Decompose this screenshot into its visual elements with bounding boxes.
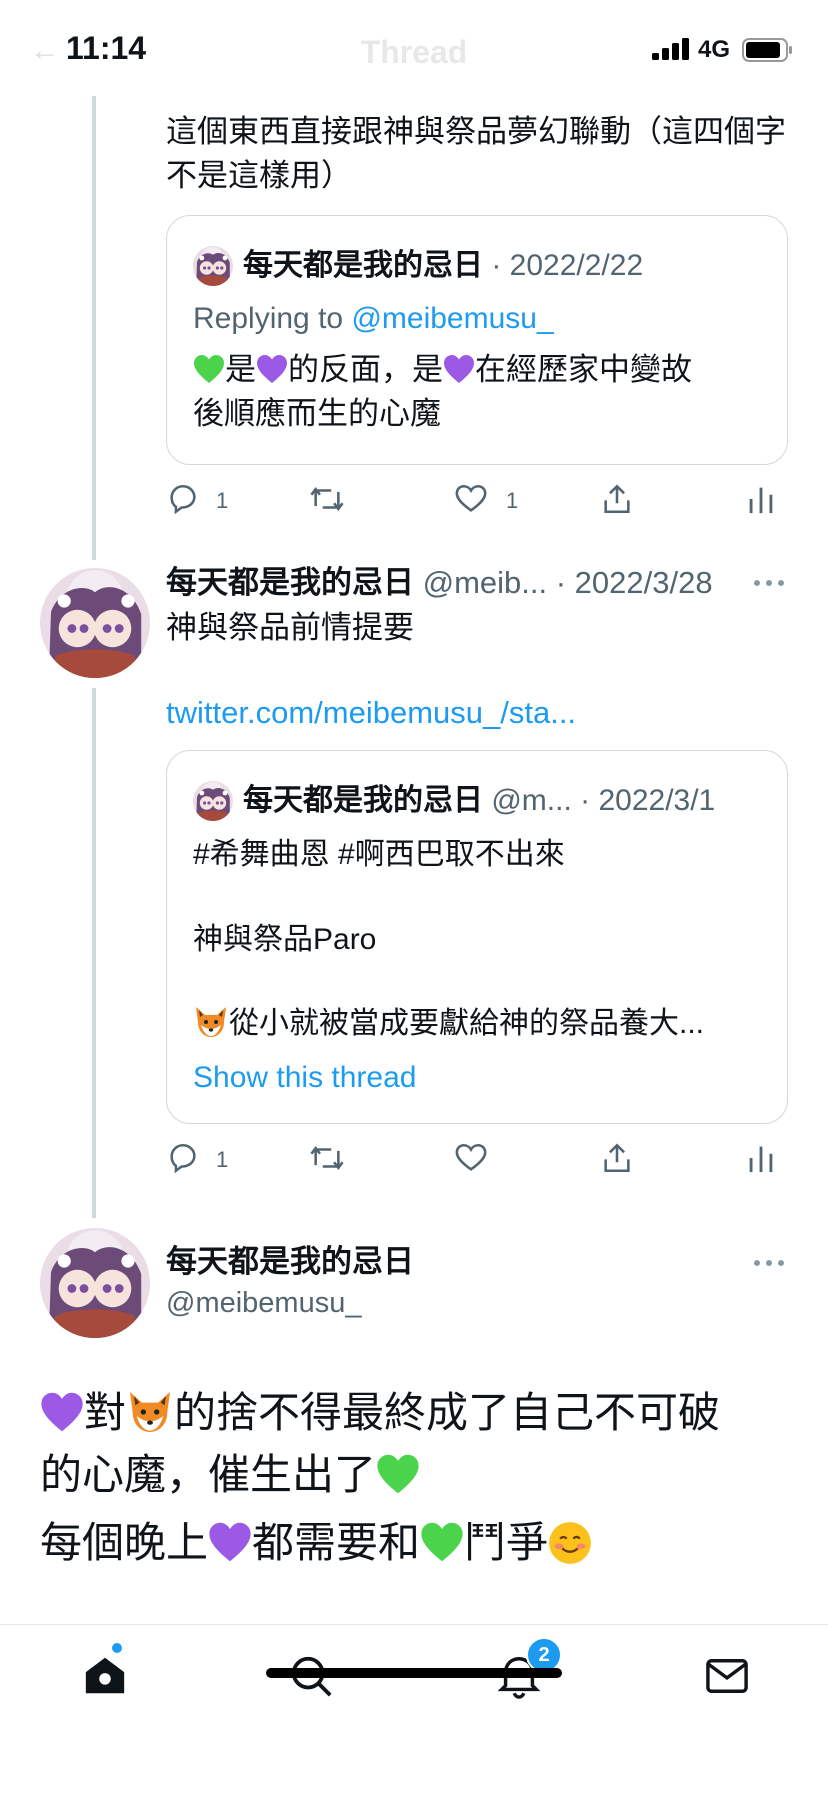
signal-icon — [652, 38, 689, 60]
analytics-icon[interactable] — [746, 1141, 776, 1175]
author-handle: @meibemusu_ — [166, 1287, 362, 1319]
quote-header: 每天都是我的忌日 · 2022/2/22 — [243, 246, 643, 286]
avatar[interactable] — [40, 1228, 150, 1338]
quote-header: 每天都是我的忌日 @m... · 2022/3/1 — [243, 781, 715, 821]
purple-heart-icon — [40, 1391, 84, 1433]
quote-date: · 2022/2/22 — [491, 249, 644, 282]
status-bar: ← Thread 11:14 4G — [0, 0, 828, 96]
quote-text-part: 在經歷家中變故 — [475, 352, 692, 387]
text-part: 都需要和 — [252, 1519, 421, 1566]
new-dot — [112, 1643, 122, 1653]
like-icon[interactable] — [454, 482, 488, 516]
analytics-icon[interactable] — [746, 482, 776, 516]
purple-heart-icon — [208, 1521, 252, 1563]
reply-icon[interactable] — [166, 482, 200, 516]
author-name[interactable]: 每天都是我的忌日 — [166, 565, 414, 600]
tweet-actions: 1 — [166, 1141, 786, 1181]
quote-hashtags: #希舞曲恩 #啊西巴取不出來 — [193, 838, 565, 871]
tweet-header: 每天都是我的忌日 @meib... · 2022/3/28 — [166, 562, 746, 604]
quote-text-part: 的反面，是 — [288, 352, 443, 387]
smile-icon — [548, 1521, 592, 1565]
more-icon[interactable] — [752, 577, 786, 589]
quote-text: 神與祭品Paro — [193, 923, 377, 956]
retweet-icon[interactable] — [308, 1141, 346, 1175]
purple-heart-icon — [256, 354, 288, 384]
mail-icon[interactable] — [704, 1655, 750, 1697]
home-indicator — [266, 1668, 562, 1678]
text-part: 每個晚上 — [40, 1519, 209, 1566]
home-icon — [85, 1657, 125, 1694]
quote-date: · 2022/3/1 — [580, 784, 716, 817]
reply-icon[interactable] — [166, 1141, 200, 1175]
quote-text: 從小就被當成要獻給神的祭品養大... — [193, 1003, 704, 1045]
reply-count: 1 — [216, 1147, 229, 1172]
tweet-link[interactable]: twitter.com/meibemusu_/sta... — [166, 692, 576, 734]
main-tweet-text-2: 每個晚上 都需要和 鬥爭 — [40, 1512, 800, 1574]
reply-count: 1 — [216, 488, 229, 513]
like-count: 1 — [506, 488, 519, 513]
green-heart-icon — [193, 354, 225, 384]
text-part: 的捨不得最終成了自己不可破 — [174, 1389, 721, 1436]
green-heart-icon — [420, 1521, 464, 1563]
tweet-text: 神與祭品前情提要 — [166, 610, 414, 645]
quote-author-name: 每天都是我的忌日 — [243, 249, 483, 282]
retweet-icon[interactable] — [308, 482, 346, 516]
tweet-text: 這個東西直接跟神與祭品夢幻聯動（這四個字不是這樣用） — [166, 114, 786, 193]
tweet-actions: 1 1 — [166, 482, 786, 522]
tweet-date: · 2022/3/28 — [555, 565, 713, 600]
like-icon[interactable] — [454, 1141, 488, 1175]
author-handle: @meib... — [422, 565, 548, 600]
fox-icon — [193, 1005, 229, 1039]
quote-handle: @m... — [491, 784, 572, 817]
quote-text: 是的反面，是 在經歷家中變故 後順應而生的心魔 — [193, 348, 773, 436]
status-time: 11:14 — [66, 30, 147, 66]
network-label: 4G — [698, 36, 731, 63]
quote-text-part: 是 — [225, 352, 256, 387]
purple-heart-icon — [443, 354, 475, 384]
green-heart-icon — [376, 1453, 420, 1495]
quote-text-part: 從小就被當成要獻給神的祭品養大... — [229, 1007, 705, 1040]
replying-prefix: Replying to — [193, 302, 352, 335]
author-name[interactable]: 每天都是我的忌日 — [166, 1242, 414, 1282]
share-icon[interactable] — [600, 1141, 634, 1175]
replying-handle-link[interactable]: @meibemusu_ — [351, 302, 553, 335]
fox-icon — [126, 1389, 174, 1435]
battery-icon — [742, 38, 792, 62]
text-part: 的心魔，催生出了 — [40, 1451, 377, 1498]
avatar[interactable] — [40, 568, 150, 678]
show-thread-link[interactable]: Show this thread — [193, 1057, 416, 1099]
tab-home[interactable] — [82, 1643, 128, 1699]
share-icon[interactable] — [600, 482, 634, 516]
quote-text-part: 後順應而生的心魔 — [193, 396, 441, 431]
thread-line — [92, 688, 96, 1218]
tab-bar: 2 — [0, 1624, 828, 1793]
main-tweet-text: 對的捨不得最終成了自己不可破 的心魔，催生出了 — [40, 1382, 800, 1506]
avatar — [193, 246, 233, 286]
text-part: 鬥爭 — [464, 1519, 549, 1566]
quoted-tweet[interactable]: 每天都是我的忌日 @m... · 2022/3/1 #希舞曲恩 #啊西巴取不出來… — [166, 750, 788, 1124]
avatar — [193, 781, 233, 821]
replying-to: Replying to @meibemusu_ — [193, 299, 554, 339]
quote-author-name: 每天都是我的忌日 — [243, 784, 483, 817]
more-icon[interactable] — [752, 1257, 786, 1269]
thread-line — [92, 96, 96, 560]
text-part: 對 — [84, 1389, 127, 1436]
quoted-tweet[interactable]: 每天都是我的忌日 · 2022/2/22 Replying to @meibem… — [166, 215, 788, 465]
